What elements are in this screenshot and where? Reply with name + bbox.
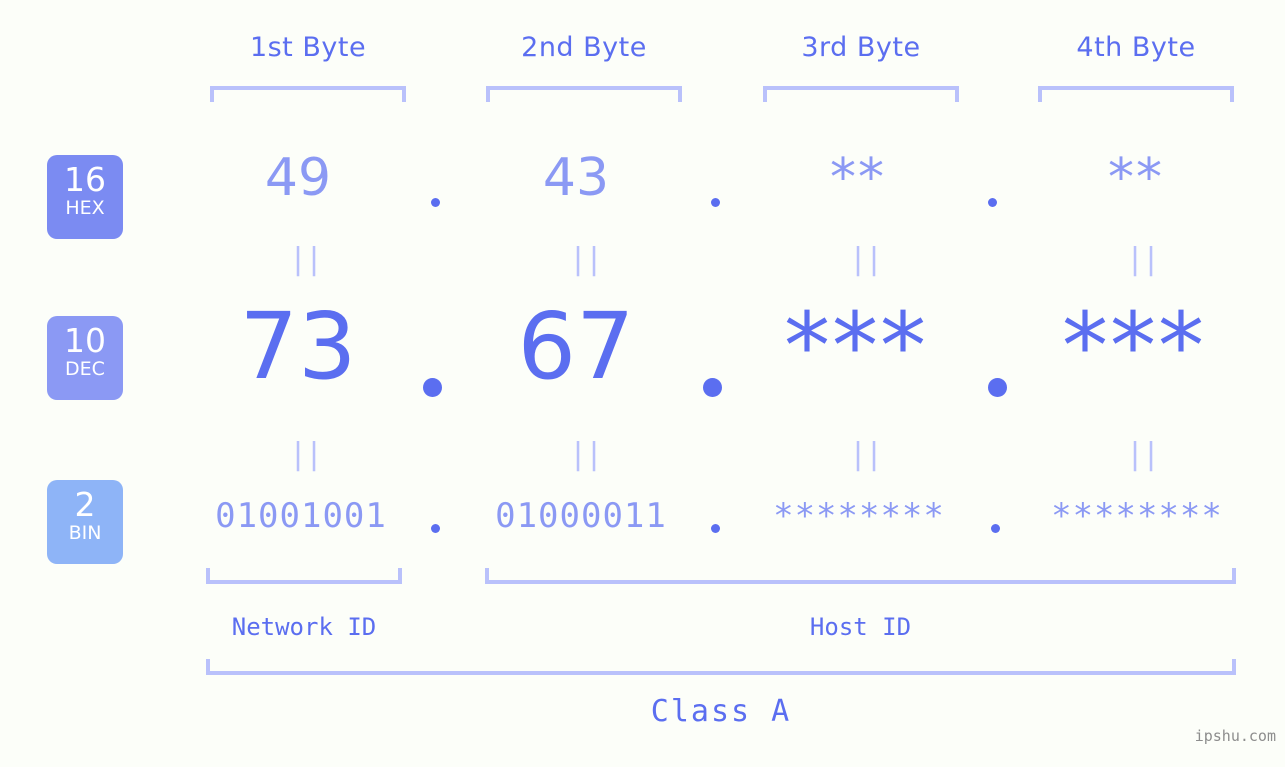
equals-mark-1-2: || xyxy=(569,242,603,277)
dec-dot-separator-1 xyxy=(423,378,442,397)
byte-header-4: 4th Byte xyxy=(1076,32,1196,63)
base-badge-bin-name: BIN xyxy=(68,522,102,544)
bin-byte-4-value: ******** xyxy=(1051,496,1223,536)
bin-dot-separator-3 xyxy=(991,524,1000,533)
base-badge-bin: 2 BIN xyxy=(47,480,123,564)
equals-mark-2-1: || xyxy=(289,437,323,472)
base-badge-dec-name: DEC xyxy=(65,358,105,380)
equals-mark-1-3: || xyxy=(849,242,883,277)
byte-bracket-3 xyxy=(763,86,959,102)
bin-dot-separator-2 xyxy=(711,524,720,533)
bin-byte-2-value: 01000011 xyxy=(495,496,667,536)
equals-mark-1-4: || xyxy=(1126,242,1160,277)
equals-mark-2-4: || xyxy=(1126,437,1160,472)
dec-dot-separator-2 xyxy=(703,378,722,397)
host-id-bracket xyxy=(485,568,1236,584)
hex-byte-3-value: ** xyxy=(830,148,886,208)
base-badge-hex-number: 16 xyxy=(64,160,106,199)
byte-header-2: 2nd Byte xyxy=(521,32,647,63)
byte-bracket-4 xyxy=(1038,86,1234,102)
base-badge-hex-name: HEX xyxy=(65,197,105,219)
site-watermark: ipshu.com xyxy=(1194,727,1276,745)
hex-byte-4-value: ** xyxy=(1108,148,1164,208)
hex-dot-separator-2 xyxy=(711,198,720,207)
hex-dot-separator-1 xyxy=(431,198,440,207)
byte-bracket-2 xyxy=(486,86,682,102)
byte-bracket-1 xyxy=(210,86,406,102)
host-id-label: Host ID xyxy=(809,613,912,641)
ip-address-breakdown-diagram: 1st Byte 2nd Byte 3rd Byte 4th Byte 16 H… xyxy=(0,0,1285,767)
equals-mark-2-3: || xyxy=(849,437,883,472)
hex-byte-1-value: 49 xyxy=(264,148,332,208)
base-badge-dec-number: 10 xyxy=(64,321,106,360)
base-badge-hex: 16 HEX xyxy=(47,155,123,239)
dec-byte-3-value: *** xyxy=(784,293,928,400)
bin-byte-3-value: ******** xyxy=(773,496,945,536)
byte-header-1: 1st Byte xyxy=(249,32,367,63)
dec-byte-4-value: *** xyxy=(1062,293,1206,400)
bin-byte-1-value: 01001001 xyxy=(215,496,387,536)
dec-byte-2-value: 67 xyxy=(517,293,635,400)
equals-mark-2-2: || xyxy=(569,437,603,472)
bin-dot-separator-1 xyxy=(431,524,440,533)
base-badge-bin-number: 2 xyxy=(74,485,96,524)
byte-header-3: 3rd Byte xyxy=(801,32,921,63)
dec-dot-separator-3 xyxy=(988,378,1007,397)
class-bracket xyxy=(206,659,1236,675)
hex-byte-2-value: 43 xyxy=(542,148,610,208)
class-label: Class A xyxy=(650,694,792,729)
network-id-label: Network ID xyxy=(231,613,377,641)
base-badge-dec: 10 DEC xyxy=(47,316,123,400)
dec-byte-1-value: 73 xyxy=(239,293,357,400)
hex-dot-separator-3 xyxy=(988,198,997,207)
equals-mark-1-1: || xyxy=(289,242,323,277)
network-id-bracket xyxy=(206,568,402,584)
